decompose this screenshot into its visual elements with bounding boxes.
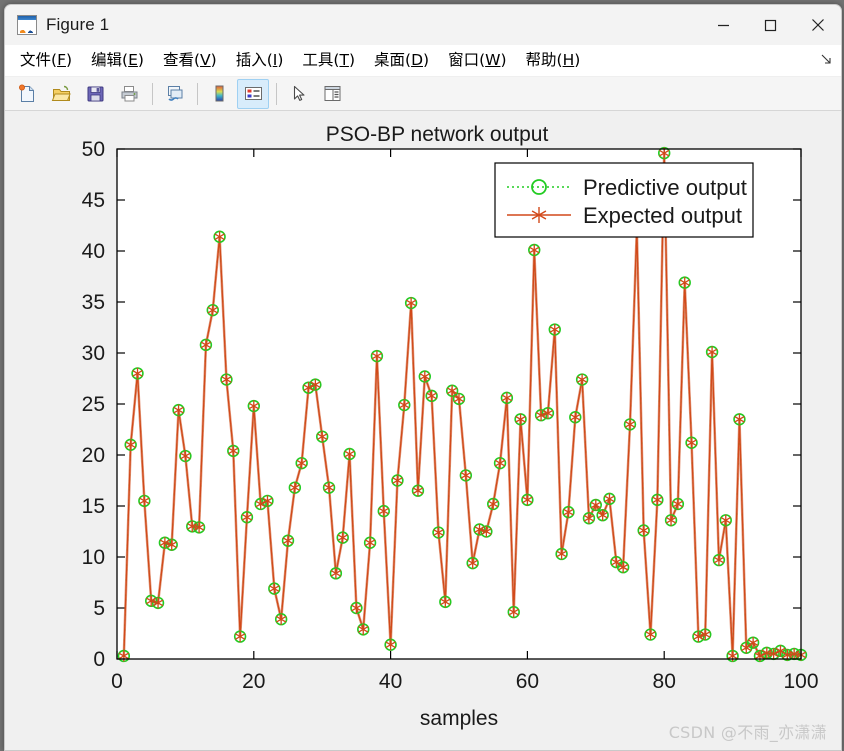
y-tick-label: 45 bbox=[82, 189, 105, 212]
menu-item-insert[interactable]: 插入(I) bbox=[229, 45, 291, 76]
maximize-button[interactable] bbox=[747, 5, 794, 45]
plot-browser-icon[interactable] bbox=[316, 79, 348, 109]
figure-toolbar bbox=[5, 77, 841, 111]
menu-item-file[interactable]: 文件(F) bbox=[13, 45, 79, 76]
menu-accel-desktop: D bbox=[411, 51, 423, 69]
menu-label-view: 查看( bbox=[162, 51, 201, 69]
y-tick-label: 35 bbox=[82, 291, 105, 314]
x-axis-label: samples bbox=[420, 707, 498, 730]
y-tick-label: 10 bbox=[82, 546, 105, 569]
toolbar-separator bbox=[276, 82, 277, 105]
legend-label-expected: Expected output bbox=[583, 203, 742, 228]
x-tick-label: 100 bbox=[783, 670, 818, 693]
menu-accel-view: V bbox=[200, 51, 211, 69]
title-bar: Figure 1 bbox=[5, 5, 841, 45]
insert-legend-icon[interactable] bbox=[237, 78, 269, 109]
menu-label-insert: 插入( bbox=[235, 51, 273, 69]
y-tick-label: 40 bbox=[82, 240, 105, 263]
y-tick-label: 20 bbox=[82, 444, 105, 467]
menu-accel-edit: E bbox=[128, 51, 138, 69]
x-tick-label: 80 bbox=[653, 670, 676, 693]
menu-item-view[interactable]: 查看(V) bbox=[156, 45, 224, 76]
toolbar-separator bbox=[197, 82, 198, 105]
x-tick-label: 20 bbox=[242, 670, 265, 693]
y-tick-label: 15 bbox=[82, 495, 105, 518]
toolbar-separator bbox=[152, 82, 153, 105]
menu-item-tools[interactable]: 工具(T) bbox=[295, 45, 362, 76]
y-tick-label: 30 bbox=[82, 342, 105, 365]
close-button[interactable] bbox=[794, 5, 841, 45]
figure-canvas: PSO-BP network output 0 5 10 15 20 25 30 35 40 45… bbox=[5, 111, 841, 751]
menu-label-help: 帮助( bbox=[525, 51, 563, 69]
menu-label-tools: 工具( bbox=[302, 51, 340, 69]
csdn-watermark: CSDN @不雨_亦潇潇 bbox=[668, 723, 827, 742]
save-figure-icon[interactable] bbox=[79, 79, 111, 109]
y-tick-label: 0 bbox=[93, 648, 105, 671]
x-tick-label: 60 bbox=[516, 670, 539, 693]
menu-label-window: 窗口( bbox=[448, 51, 486, 69]
minimize-button[interactable] bbox=[700, 5, 747, 45]
legend-label-predictive: Predictive output bbox=[583, 175, 747, 200]
window-controls bbox=[700, 5, 841, 45]
chart-legend[interactable]: Predictive output Expected output bbox=[494, 162, 754, 238]
chart-title: PSO-BP network output bbox=[326, 123, 549, 146]
menu-item-desktop[interactable]: 桌面(D) bbox=[367, 45, 436, 76]
open-file-icon[interactable] bbox=[45, 79, 77, 109]
menu-bar: 文件(F) 编辑(E) 查看(V) 插入(I) 工具(T) 桌面(D) 窗口(W… bbox=[5, 45, 841, 77]
dock-arrow-icon[interactable] bbox=[820, 53, 832, 68]
menu-accel-window: W bbox=[485, 51, 501, 69]
menu-accel-tools: T bbox=[339, 51, 349, 69]
menu-item-window[interactable]: 窗口(W) bbox=[441, 45, 513, 76]
figure-window: Figure 1 文件(F) 编辑(E) 查看(V) 插入(I) 工具(T) 桌… bbox=[4, 4, 842, 751]
x-tick-label: 40 bbox=[379, 670, 402, 693]
print-figure-icon[interactable] bbox=[113, 79, 145, 109]
y-tick-label: 50 bbox=[82, 138, 105, 161]
link-plot-icon[interactable] bbox=[158, 79, 190, 109]
y-tick-label: 25 bbox=[82, 393, 105, 416]
insert-colorbar-icon[interactable] bbox=[203, 79, 235, 109]
window-title: Figure 1 bbox=[46, 15, 110, 34]
menu-item-help[interactable]: 帮助(H) bbox=[519, 45, 588, 76]
menu-label-file: 文件( bbox=[20, 51, 58, 69]
menu-item-edit[interactable]: 编辑(E) bbox=[84, 45, 151, 76]
matlab-membrane-icon bbox=[17, 15, 37, 35]
menu-label-desktop: 桌面( bbox=[374, 51, 412, 69]
menu-accel-file: F bbox=[57, 51, 66, 69]
edit-pointer-icon[interactable] bbox=[282, 79, 314, 109]
menu-label-edit: 编辑( bbox=[91, 51, 129, 69]
menu-accel-help: H bbox=[562, 51, 575, 69]
x-tick-label: 0 bbox=[111, 670, 123, 693]
plot-svg[interactable]: PSO-BP network output 0 5 10 15 20 25 30 35 40 45… bbox=[5, 111, 841, 751]
y-tick-label: 5 bbox=[93, 597, 105, 620]
new-figure-icon[interactable] bbox=[11, 79, 43, 109]
